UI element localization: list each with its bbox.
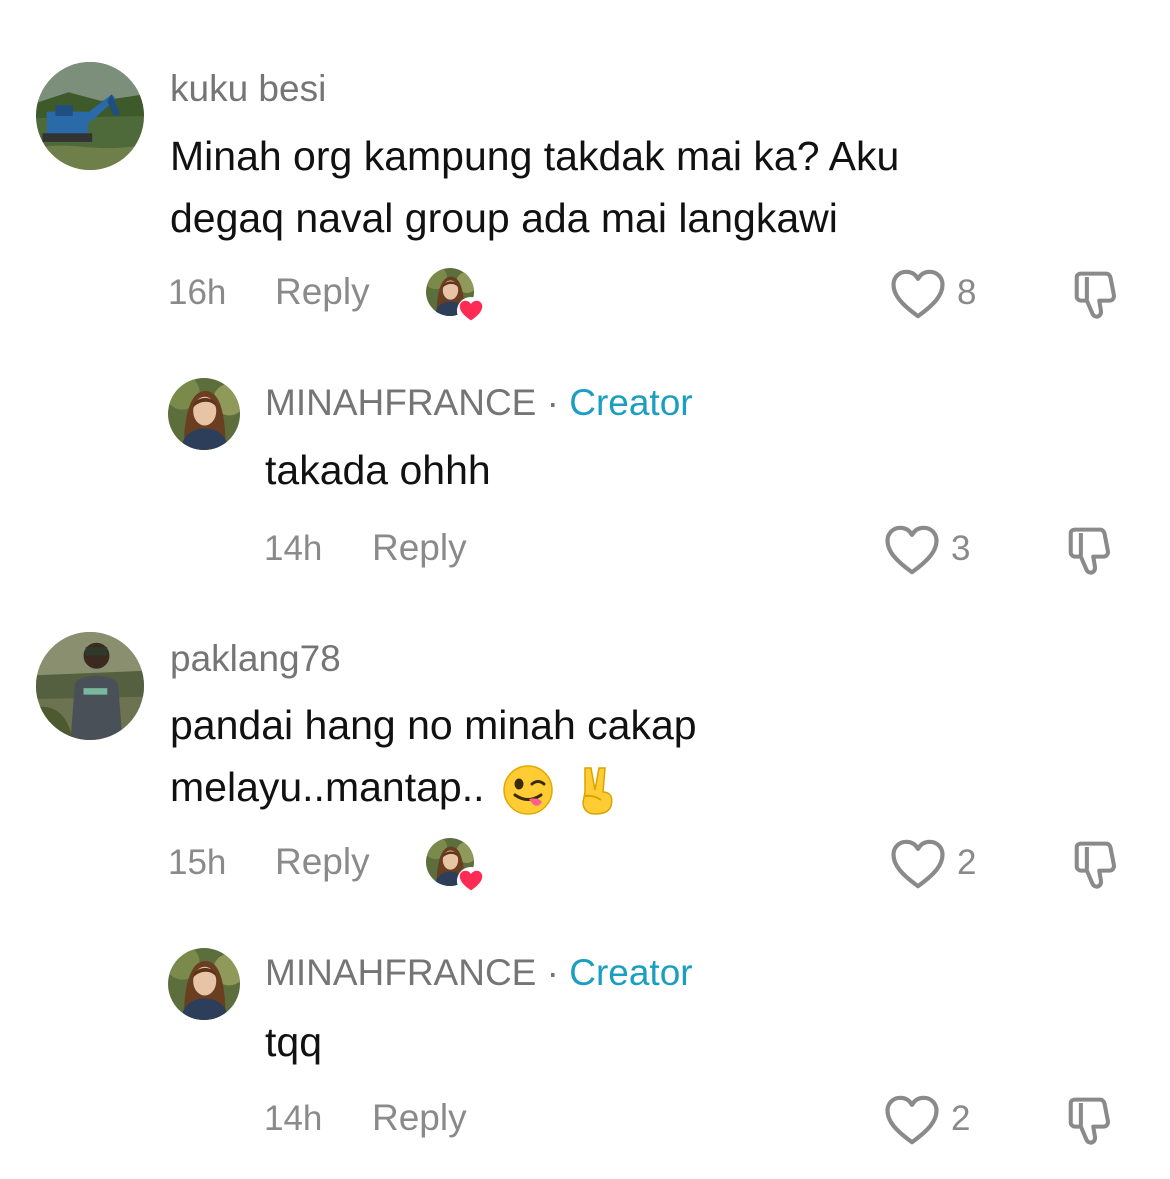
like-count: 2	[951, 1099, 971, 1138]
heart-outline-icon[interactable]	[884, 1094, 940, 1146]
reply-username[interactable]: MINAHFRANCE · Creator	[265, 952, 693, 994]
avatar[interactable]	[168, 948, 240, 1020]
reply-time: 14h	[264, 1099, 323, 1138]
creator-badge: Creator	[569, 952, 693, 993]
reply-text: tqq	[265, 1019, 322, 1065]
reply-thread: MINAHFRANCE · Creator tqq 14h Reply 2	[0, 0, 1170, 1179]
dislike-icon[interactable]	[1064, 1094, 1118, 1148]
reply-username-text[interactable]: MINAHFRANCE	[265, 952, 536, 993]
reply-button[interactable]: Reply	[372, 1097, 467, 1139]
creator-avatar-image	[168, 948, 240, 1020]
separator-dot: ·	[546, 952, 559, 993]
